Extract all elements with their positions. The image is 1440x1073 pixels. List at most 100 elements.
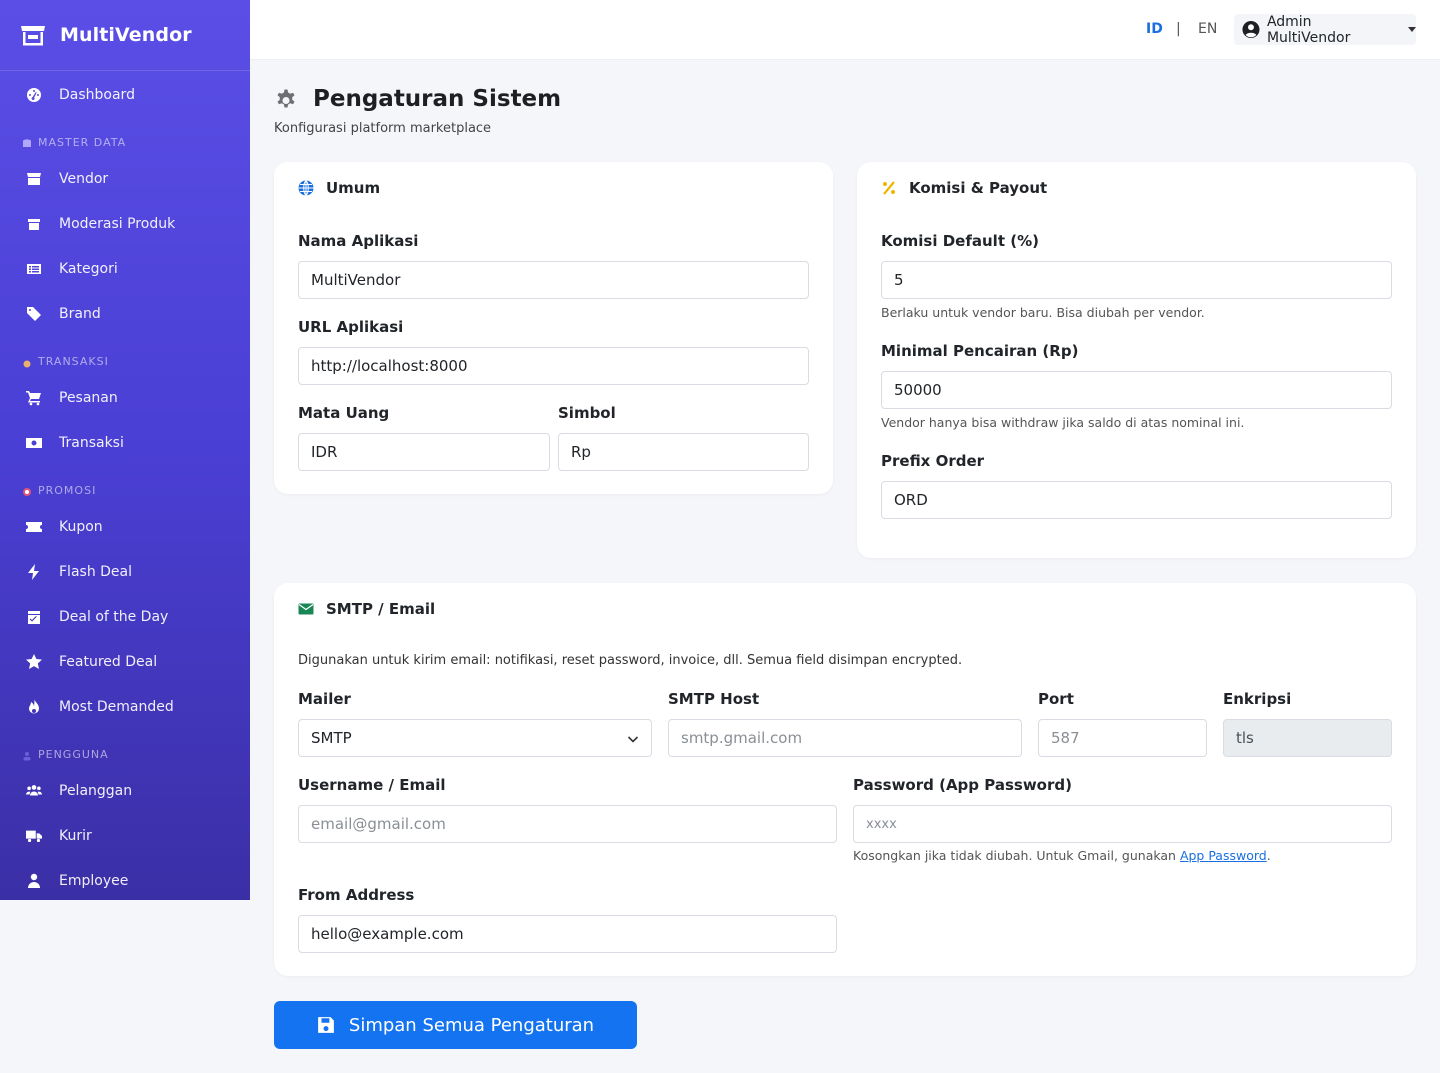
smtp-description: Digunakan untuk kirim email: notifikasi,… xyxy=(298,653,963,668)
fire-icon xyxy=(25,698,43,716)
sidebar: MultiVendor Dashboard MASTER DATA Vendor… xyxy=(0,0,250,900)
floppy-disk-icon xyxy=(318,1017,334,1033)
sidebar-item-label: Kategori xyxy=(59,260,118,277)
card-umum-header: Umum xyxy=(298,179,380,197)
shop-icon xyxy=(25,170,43,188)
mailer-selected-value: SMTP xyxy=(311,729,352,747)
store-icon xyxy=(21,26,45,46)
gear-icon xyxy=(277,89,295,108)
percent-icon xyxy=(883,181,895,195)
sidebar-item-dashboard[interactable]: Dashboard xyxy=(0,72,250,117)
minimal-pencairan-label: Minimal Pencairan (Rp) xyxy=(881,342,1079,360)
sidebar-item-kupon[interactable]: Kupon xyxy=(0,504,250,549)
simbol-input[interactable]: Rp xyxy=(558,433,809,471)
sidebar-item-label: Kurir xyxy=(59,827,92,844)
sidebar-item-vendor[interactable]: Vendor xyxy=(0,156,250,201)
card-title: Komisi & Payout xyxy=(909,179,1048,197)
sidebar-item-kurir[interactable]: Kurir xyxy=(0,813,250,858)
from-address-input[interactable]: hello@example.com xyxy=(298,915,837,953)
sidebar-item-pesanan[interactable]: Pesanan xyxy=(0,375,250,420)
card-title: Umum xyxy=(326,179,381,197)
sidebar-item-brand[interactable]: Brand xyxy=(0,291,250,336)
user-tie-icon xyxy=(25,872,43,890)
enkripsi-input[interactable]: tls xyxy=(1223,719,1392,757)
komisi-default-input[interactable]: 5 xyxy=(881,261,1392,299)
envelope-icon xyxy=(298,603,314,615)
enkripsi-label: Enkripsi xyxy=(1223,690,1292,708)
save-all-button[interactable]: Simpan Semua Pengaturan xyxy=(274,1001,637,1049)
minimal-pencairan-input[interactable]: 50000 xyxy=(881,371,1392,409)
nama-aplikasi-label: Nama Aplikasi xyxy=(298,232,419,250)
card-umum: Umum Nama Aplikasi MultiVendor URL Aplik… xyxy=(274,162,833,494)
password-input[interactable]: xxxx xyxy=(853,805,1392,843)
save-button-label: Simpan Semua Pengaturan xyxy=(348,1014,595,1036)
smtp-host-input[interactable]: smtp.gmail.com xyxy=(668,719,1022,757)
card-smtp: SMTP / Email Digunakan untuk kirim email… xyxy=(274,583,1416,976)
star-icon xyxy=(25,653,43,671)
sidebar-item-label: Flash Deal xyxy=(59,563,133,580)
sidebar-item-label: Brand xyxy=(59,305,101,322)
sidebar-item-moderasi-produk[interactable]: Moderasi Produk xyxy=(0,201,250,246)
page-title: Pengaturan Sistem xyxy=(313,86,562,112)
sidebar-item-label: Kupon xyxy=(59,518,103,535)
money-icon xyxy=(25,434,43,452)
mata-uang-label: Mata Uang xyxy=(298,404,390,422)
komisi-default-help: Berlaku untuk vendor baru. Bisa diubah p… xyxy=(881,305,1205,320)
truck-icon xyxy=(25,827,43,845)
mata-uang-input[interactable]: IDR xyxy=(298,433,550,471)
brand[interactable]: MultiVendor xyxy=(0,0,250,71)
tag-icon xyxy=(25,305,43,323)
caret-down-icon xyxy=(1408,27,1416,32)
nama-aplikasi-input[interactable]: MultiVendor xyxy=(298,261,809,299)
sidebar-item-label: Vendor xyxy=(59,170,109,187)
database-icon xyxy=(22,139,32,149)
users-icon xyxy=(25,782,43,800)
page-subtitle: Konfigurasi platform marketplace xyxy=(274,121,492,136)
sidebar-item-label: Pesanan xyxy=(59,389,118,406)
sidebar-item-label: Dashboard xyxy=(59,86,135,103)
mailer-select[interactable]: SMTP xyxy=(298,719,652,757)
sidebar-item-kategori[interactable]: Kategori xyxy=(0,246,250,291)
target-icon xyxy=(22,487,32,497)
password-help: Kosongkan jika tidak diubah. Untuk Gmail… xyxy=(853,848,1271,863)
sidebar-item-label: Pelanggan xyxy=(59,782,133,799)
user-circle-icon xyxy=(1242,20,1260,39)
lang-en-link[interactable]: EN xyxy=(1198,21,1217,37)
mailer-label: Mailer xyxy=(298,690,351,708)
ticket-icon xyxy=(25,518,43,536)
box-icon xyxy=(25,215,43,233)
username-input[interactable]: email@gmail.com xyxy=(298,805,837,843)
lang-separator: | xyxy=(1176,21,1181,37)
chevron-down-icon xyxy=(627,736,639,743)
prefix-order-input[interactable]: ORD xyxy=(881,481,1392,519)
sidebar-item-label: Employee xyxy=(59,872,129,889)
sidebar-item-flash-deal[interactable]: Flash Deal xyxy=(0,549,250,594)
users-icon xyxy=(22,751,32,761)
lang-id-link[interactable]: ID xyxy=(1146,21,1163,37)
sidebar-item-deal-of-the-day[interactable]: Deal of the Day xyxy=(0,594,250,639)
port-input[interactable]: 587 xyxy=(1038,719,1207,757)
money-bag-icon xyxy=(22,358,32,368)
url-aplikasi-input[interactable]: http://localhost:8000 xyxy=(298,347,809,385)
section-promosi: PROMOSI xyxy=(0,465,250,504)
topbar: ID | EN Admin MultiVendor xyxy=(250,0,1440,60)
card-komisi: Komisi & Payout Komisi Default (%) 5 Ber… xyxy=(857,162,1416,558)
password-label: Password (App Password) xyxy=(853,776,1072,794)
port-label: Port xyxy=(1038,690,1074,708)
bolt-icon xyxy=(25,563,43,581)
sidebar-item-featured-deal[interactable]: Featured Deal xyxy=(0,639,250,684)
sidebar-item-transaksi[interactable]: Transaksi xyxy=(0,420,250,465)
user-menu-button[interactable]: Admin MultiVendor xyxy=(1234,14,1416,46)
globe-icon xyxy=(298,180,314,196)
sidebar-item-label: Transaksi xyxy=(59,434,124,451)
page-header: Pengaturan Sistem xyxy=(274,86,561,112)
brand-name: MultiVendor xyxy=(60,24,192,46)
sidebar-item-employee[interactable]: Employee xyxy=(0,858,250,903)
card-komisi-header: Komisi & Payout xyxy=(881,179,1047,197)
sidebar-item-pelanggan[interactable]: Pelanggan xyxy=(0,768,250,813)
username-label: Username / Email xyxy=(298,776,446,794)
sidebar-item-label: Moderasi Produk xyxy=(59,215,176,232)
app-password-link[interactable]: App Password xyxy=(1180,848,1267,863)
sidebar-item-most-demanded[interactable]: Most Demanded xyxy=(0,684,250,729)
section-pengguna: PENGGUNA xyxy=(0,729,250,768)
